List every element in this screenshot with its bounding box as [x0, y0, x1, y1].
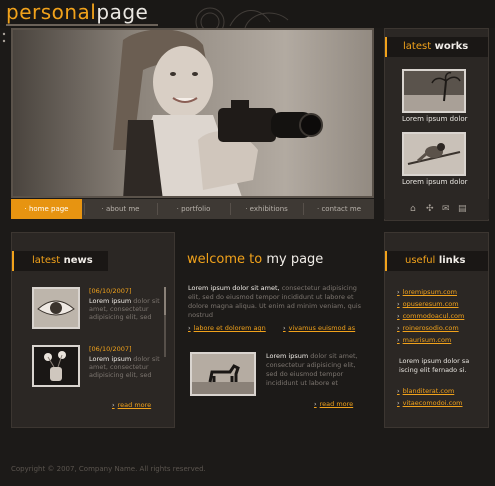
nav-exhibitions[interactable]: · exhibitions [231, 199, 302, 219]
welcome-thumbnail[interactable] [190, 352, 256, 396]
nav-about-label: about me [105, 205, 140, 213]
works-title-a: latest [403, 41, 432, 52]
welcome-title: welcome to my page [187, 252, 323, 267]
useful-link-2-label: opuseresum.com [402, 300, 459, 308]
works-title-b: works [434, 41, 469, 52]
swirl-decoration [195, 7, 289, 28]
news-thumbnail-1[interactable] [32, 287, 80, 329]
flower-vase-image [34, 347, 78, 385]
nav-portfolio-label: portfolio [181, 205, 211, 213]
sitemap-icon[interactable]: ✣ [426, 204, 434, 214]
eye-image [34, 289, 78, 327]
nav-exhibitions-label: exhibitions [249, 205, 288, 213]
work-thumbnail-2[interactable] [402, 132, 466, 176]
logo-part1: personal [6, 0, 97, 24]
nav-about-me[interactable]: · about me [85, 199, 156, 219]
news-read-more-label: read more [117, 401, 152, 409]
links-title-b: links [438, 255, 466, 266]
palm-tree-image [404, 71, 464, 111]
links-title-a: useful [405, 255, 436, 266]
news-date-2: [06/10/2007] [89, 345, 132, 353]
news-read-more-link[interactable]: › read more [112, 401, 151, 409]
latest-works-title: latest works [403, 38, 468, 56]
welcome-title-b: my page [266, 252, 324, 267]
latest-works-panel: latest works Lorem ipsum dolor Lorem ips… [384, 28, 489, 221]
nav-portfolio[interactable]: · portfolio [158, 199, 229, 219]
useful-link-4-label: roinerosodio.com [402, 324, 459, 332]
news-date-1: [06/10/2007] [89, 287, 132, 295]
work-caption-2: Lorem ipsum dolor [402, 178, 468, 186]
news-title-a: latest [32, 255, 61, 266]
welcome-link-1-label: labore et dolorem agn [193, 324, 266, 332]
useful-links-panel: useful links › loremipsum.com › opuseresum… [384, 232, 489, 428]
news-title-b: news [63, 255, 93, 266]
useful-link-1[interactable]: › loremipsum.com [397, 288, 457, 296]
useful-link-5-label: maurisum.com [402, 336, 452, 344]
useful-link-6[interactable]: › blanditerat.com [397, 387, 454, 395]
news-thumbnail-2[interactable] [32, 345, 80, 387]
welcome-link-1[interactable]: › labore et dolorem agn [188, 324, 266, 332]
welcome-intro: Lorem ipsum dolor sit amet, consectetur … [188, 284, 370, 320]
nav-home-label: home page [28, 205, 69, 213]
welcome-read-more-label: read more [319, 400, 354, 408]
latest-news-panel: latest news [06/10/2007] Lorem ipsum dol… [11, 232, 175, 428]
news-scrollbar-thumb[interactable] [164, 287, 166, 315]
nav-home-page[interactable]: · home page [11, 199, 82, 219]
welcome-section: welcome to my page Lorem ipsum dolor sit… [177, 232, 374, 428]
welcome-link-2[interactable]: › vivamus euismod as [283, 324, 355, 332]
useful-link-4[interactable]: › roinerosodio.com [397, 324, 459, 332]
footer-copyright: Copyright © 2007, Company Name. All righ… [11, 465, 206, 473]
photographer-image [13, 30, 372, 196]
home-icon[interactable]: ⌂ [410, 204, 416, 214]
welcome-read-more-link[interactable]: › read more [314, 400, 353, 408]
dots-decoration [2, 32, 6, 43]
site-logo[interactable]: personalpage [6, 0, 148, 24]
useful-link-3[interactable]: › commodoacul.com [397, 312, 464, 320]
hero-photo [11, 28, 374, 198]
welcome-intro-lead: Lorem ipsum dolor sit amet, [188, 284, 280, 292]
utility-icons: ⌂ ✣ ✉ ▤ [384, 199, 489, 219]
useful-link-6-label: blanditerat.com [402, 387, 455, 395]
welcome-link-2-label: vivamus euismod as [288, 324, 356, 332]
work-caption-1: Lorem ipsum dolor [402, 115, 468, 123]
news-lead-2: Lorem ipsum [89, 355, 132, 363]
dog-image [192, 354, 254, 394]
nav-contact-label: contact me [321, 205, 361, 213]
news-lead-1: Lorem ipsum [89, 297, 132, 305]
news-scrollbar[interactable] [164, 287, 166, 357]
main-nav: · home page · about me · portfolio · exh… [11, 199, 374, 219]
news-text-1: Lorem ipsum dolor sit amet, consectetur … [89, 297, 161, 321]
useful-link-1-label: loremipsum.com [402, 288, 457, 296]
useful-link-2[interactable]: › opuseresum.com [397, 300, 459, 308]
welcome-title-a: welcome to [187, 252, 263, 267]
useful-links-title: useful links [405, 252, 465, 270]
print-icon[interactable]: ▤ [458, 204, 467, 214]
useful-link-7-label: vitaecomodoi.com [402, 399, 463, 407]
welcome-para-lead: Lorem ipsum [266, 352, 309, 360]
useful-links-text: Lorem ipsum dolor sa iscing elit fernado… [399, 357, 470, 374]
logo-underline [6, 24, 158, 26]
news-text-2: Lorem ipsum dolor sit amet, consectetur … [89, 355, 161, 379]
work-thumbnail-1[interactable] [402, 69, 466, 113]
useful-link-5[interactable]: › maurisum.com [397, 336, 451, 344]
welcome-paragraph: Lorem ipsum dolor sit amet, consectetur … [266, 352, 368, 388]
latest-news-title: latest news [32, 252, 93, 270]
logo-part2: page [96, 0, 149, 24]
useful-link-3-label: commodoacul.com [402, 312, 465, 320]
nav-contact-me[interactable]: · contact me [304, 199, 374, 219]
bird-image [404, 134, 464, 174]
mail-icon[interactable]: ✉ [442, 204, 450, 214]
useful-link-7[interactable]: › vitaecomodoi.com [397, 399, 463, 407]
